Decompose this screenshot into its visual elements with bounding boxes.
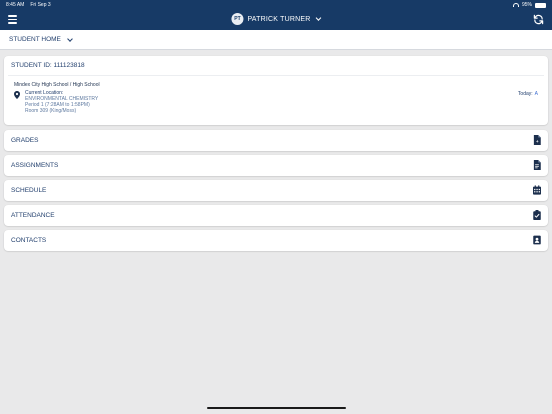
section-row-attendance[interactable]: ATTENDANCE	[4, 205, 548, 226]
user-name: PATRICK TURNER	[247, 15, 311, 23]
user-switcher[interactable]: PT PATRICK TURNER	[231, 13, 322, 25]
contact-card-icon	[533, 235, 541, 245]
section-row-assignments[interactable]: ASSIGNMENTS	[4, 155, 548, 176]
today-grade: Today: A	[518, 91, 538, 97]
student-home-dropdown[interactable]: STUDENT HOME	[9, 35, 73, 43]
today-grade-value: A	[534, 91, 538, 97]
section-row-grades[interactable]: GRADES +	[4, 130, 548, 151]
chevron-down-icon	[67, 35, 73, 42]
student-home-label: STUDENT HOME	[9, 36, 61, 43]
current-location: Current Location: ENVIRONMENTAL CHEMISTR…	[25, 90, 98, 114]
battery-fill	[536, 3, 545, 7]
student-info-card: STUDENT ID: 111123818 Mindex City High S…	[4, 56, 548, 125]
attendance-check-icon	[533, 210, 541, 220]
section-label: ASSIGNMENTS	[11, 162, 59, 169]
location-pin-icon	[14, 91, 20, 99]
refresh-icon[interactable]	[533, 14, 544, 25]
status-bar: 8:45 AM Fri Sep 3 95%	[0, 0, 552, 10]
battery-icon	[535, 2, 546, 8]
status-time: 8:45 AM	[6, 2, 25, 8]
section-label: SCHEDULE	[11, 187, 47, 194]
section-label: ATTENDANCE	[11, 212, 55, 219]
avatar: PT	[231, 13, 244, 25]
battery-percent: 95%	[521, 2, 532, 8]
calendar-icon	[533, 185, 541, 195]
school-name: Mindex City High School / High School	[14, 82, 100, 88]
status-date: Fri Sep 3	[30, 2, 51, 8]
section-label: CONTACTS	[11, 237, 47, 244]
top-nav-bar: PT PATRICK TURNER	[0, 10, 552, 30]
home-indicator[interactable]	[207, 407, 346, 409]
room-info: Room 309 (King/Moss)	[25, 108, 77, 114]
wifi-icon	[512, 3, 519, 7]
section-row-contacts[interactable]: CONTACTS	[4, 230, 548, 251]
chevron-down-icon	[315, 15, 322, 21]
student-id: STUDENT ID: 111123818	[11, 62, 85, 69]
grades-icon: +	[533, 135, 541, 145]
section-label: GRADES	[11, 137, 39, 144]
assignments-icon	[533, 160, 541, 170]
status-right: 95%	[512, 2, 546, 8]
status-left: 8:45 AM Fri Sep 3	[6, 2, 51, 8]
divider	[8, 75, 544, 76]
today-label: Today:	[517, 91, 533, 97]
section-row-schedule[interactable]: SCHEDULE	[4, 180, 548, 201]
hamburger-icon[interactable]	[8, 15, 17, 24]
svg-text:+: +	[536, 139, 539, 144]
sub-nav-bar: STUDENT HOME	[0, 30, 552, 50]
